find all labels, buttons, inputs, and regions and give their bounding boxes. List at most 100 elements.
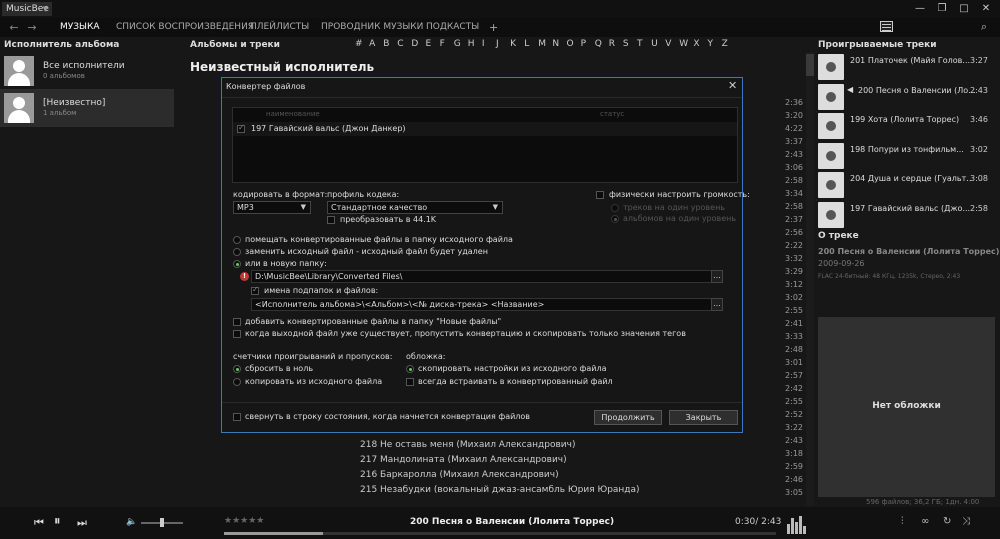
alphabet-letter[interactable]: M bbox=[538, 39, 546, 49]
equalizer-icon[interactable]: ⫶ bbox=[901, 516, 904, 527]
alphabet-letter[interactable]: X bbox=[693, 39, 699, 49]
browse-folder-button[interactable]: ... bbox=[711, 270, 723, 283]
pause-icon[interactable]: ⏸ bbox=[54, 514, 61, 529]
queue-item[interactable]: 197 Гавайский вальс (Джо... bbox=[850, 204, 972, 213]
subfolders-checkbox[interactable] bbox=[251, 285, 259, 295]
tab-music[interactable]: МУЗЫКА bbox=[60, 18, 100, 37]
queue-item[interactable]: 198 Попури из тонфильм... bbox=[850, 145, 972, 154]
subfolders-template-field[interactable]: <Исполнитель альбома>\<Альбом>\<№ диска-… bbox=[251, 298, 712, 311]
minimize-button[interactable]: — bbox=[913, 2, 927, 16]
alphabet-letter[interactable]: U bbox=[651, 39, 658, 49]
copy-cover-radio[interactable] bbox=[406, 365, 414, 373]
table-row[interactable]: 215 Незабудки (вокальный джаз-ансамбль Ю… bbox=[360, 485, 640, 495]
column-header-name[interactable]: наименование bbox=[266, 110, 320, 118]
next-track-icon[interactable]: ⏭ bbox=[77, 516, 87, 530]
alphabet-letter[interactable]: W bbox=[679, 39, 688, 49]
spectrum-icon[interactable] bbox=[787, 514, 807, 534]
tab-music-explorer[interactable]: ПРОВОДНИК МУЗЫКИ bbox=[321, 18, 423, 37]
normalize-album-radio[interactable] bbox=[611, 215, 619, 223]
volume-slider-knob[interactable] bbox=[160, 518, 164, 527]
alphabet-letter[interactable]: K bbox=[510, 39, 516, 49]
close-button[interactable]: ✕ bbox=[979, 2, 993, 16]
output-replace-radio[interactable] bbox=[233, 248, 241, 256]
continue-button[interactable]: Продолжить bbox=[594, 410, 662, 425]
dialog-close-icon[interactable]: ✕ bbox=[728, 79, 737, 92]
track-scrollbar[interactable] bbox=[806, 52, 814, 506]
alphabet-letter[interactable]: A bbox=[369, 39, 375, 49]
alphabet-letter[interactable]: Q bbox=[595, 39, 602, 49]
alphabet-letter[interactable]: H bbox=[468, 39, 475, 49]
forward-arrow-icon[interactable]: → bbox=[24, 18, 40, 37]
table-row[interactable]: 216 Баркаролла (Михаил Александрович) bbox=[360, 470, 559, 480]
alphabet-letter[interactable]: I bbox=[482, 39, 485, 49]
artist-row-all[interactable]: Все исполнители 0 альбомов bbox=[0, 52, 174, 90]
restore-button[interactable]: ❐ bbox=[935, 2, 949, 16]
alphabet-letter[interactable]: D bbox=[411, 39, 418, 49]
alphabet-letter[interactable]: L bbox=[524, 39, 529, 49]
close-dialog-button[interactable]: Закрыть bbox=[669, 410, 738, 425]
tab-podcasts[interactable]: ПОДКАСТЫ bbox=[426, 18, 479, 37]
codec-profile-select[interactable]: Стандартное качество ▼ bbox=[327, 201, 503, 214]
output-replace-label: заменить исходный файл - исходный файл б… bbox=[245, 247, 488, 256]
alphabet-letter[interactable]: C bbox=[397, 39, 403, 49]
track-duration: 4:22 bbox=[785, 124, 803, 133]
app-menu-button[interactable]: MusicBee ▼ bbox=[2, 2, 52, 16]
reset-zero-radio[interactable] bbox=[233, 365, 241, 373]
queue-item-duration: 3:02 bbox=[970, 144, 988, 154]
search-icon[interactable]: ⌕ bbox=[977, 20, 991, 34]
alphabet-letter[interactable]: E bbox=[426, 39, 432, 49]
scrollbar-thumb[interactable] bbox=[806, 54, 814, 76]
rating-stars[interactable]: ★★★★★ bbox=[224, 516, 264, 526]
repeat-icon[interactable]: ↻ bbox=[943, 516, 951, 527]
normalize-track-radio[interactable] bbox=[611, 204, 619, 212]
maximize-button[interactable]: □ bbox=[957, 2, 971, 16]
previous-track-icon[interactable]: ⏮ bbox=[34, 516, 44, 530]
alphabet-letter[interactable]: R bbox=[609, 39, 615, 49]
alphabet-letter[interactable]: G bbox=[454, 39, 461, 49]
column-header-status[interactable]: статус bbox=[600, 110, 624, 118]
copy-counters-radio[interactable] bbox=[233, 378, 241, 386]
alphabet-letter[interactable]: # bbox=[355, 39, 363, 49]
output-new-folder-radio[interactable] bbox=[233, 260, 241, 268]
alphabet-letter[interactable]: T bbox=[637, 39, 643, 49]
alphabet-letter[interactable]: B bbox=[383, 39, 389, 49]
output-folder-field[interactable]: D:\MusicBee\Library\Converted Files\ bbox=[251, 270, 712, 283]
format-select[interactable]: MP3 ▼ bbox=[233, 201, 311, 214]
shuffle-icon[interactable]: ⤨ bbox=[962, 516, 970, 527]
queue-item[interactable]: 200 Песня о Валенсии (Ло... bbox=[858, 86, 980, 95]
artist-row-unknown[interactable]: [Неизвестно] 1 альбом bbox=[0, 89, 174, 127]
alphabet-letter[interactable]: S bbox=[623, 39, 629, 49]
normalize-checkbox[interactable] bbox=[596, 191, 604, 199]
queue-item[interactable]: 201 Платочек (Майя Голов... bbox=[850, 56, 972, 65]
table-row[interactable]: 217 Мандолината (Михаил Александрович) bbox=[360, 455, 567, 465]
track-duration: 3:12 bbox=[785, 280, 803, 289]
alphabet-letter[interactable]: N bbox=[552, 39, 559, 49]
layout-icon[interactable] bbox=[880, 21, 893, 32]
tab-playlists[interactable]: ПЛЕЙЛИСТЫ bbox=[250, 18, 309, 37]
add-new-files-checkbox[interactable] bbox=[233, 318, 241, 326]
output-source-folder-radio[interactable] bbox=[233, 236, 241, 244]
back-arrow-icon[interactable]: ← bbox=[6, 18, 22, 37]
minimize-checkbox[interactable] bbox=[233, 413, 241, 421]
volume-icon[interactable]: 🔈 bbox=[126, 517, 137, 527]
queue-item[interactable]: 199 Хота (Лолита Торрес) bbox=[850, 115, 972, 124]
alphabet-letter[interactable]: Z bbox=[722, 39, 728, 49]
queue-item[interactable]: 204 Душа и сердце (Гуальт... bbox=[850, 174, 972, 183]
alphabet-letter[interactable]: J bbox=[496, 39, 499, 49]
file-list[interactable] bbox=[232, 107, 738, 183]
table-row[interactable]: 218 Не оставь меня (Михаил Александрович… bbox=[360, 440, 575, 450]
alphabet-letter[interactable]: F bbox=[440, 39, 445, 49]
embed-cover-checkbox[interactable] bbox=[406, 378, 414, 386]
file-checkbox[interactable] bbox=[237, 123, 245, 133]
alphabet-letter[interactable]: Y bbox=[708, 39, 714, 49]
alphabet-letter[interactable]: V bbox=[665, 39, 671, 49]
alphabet-letter[interactable]: P bbox=[581, 39, 586, 49]
scrobble-icon[interactable]: ∞ bbox=[921, 516, 929, 527]
tab-now-playing-list[interactable]: СПИСОК ВОСПРОИЗВЕДЕНИЯ bbox=[116, 18, 254, 37]
add-tab-button[interactable]: + bbox=[489, 18, 498, 37]
skip-existing-checkbox[interactable] bbox=[233, 330, 241, 338]
alphabet-letter[interactable]: O bbox=[567, 39, 574, 49]
template-options-button[interactable]: ... bbox=[711, 298, 723, 311]
queue-item-duration: 3:46 bbox=[970, 115, 988, 124]
resample-checkbox[interactable] bbox=[327, 216, 335, 224]
